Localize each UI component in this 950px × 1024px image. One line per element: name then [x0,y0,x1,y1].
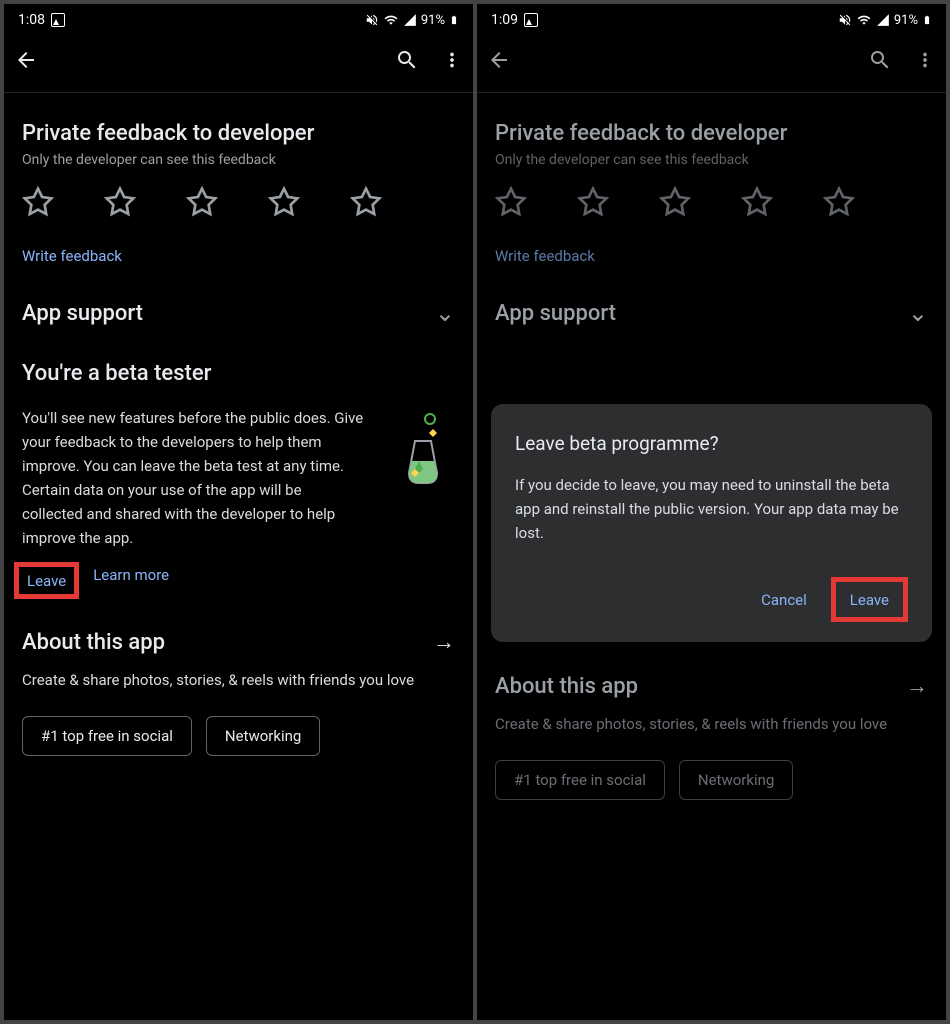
screen-left: 1:08 91% Private feedback to developer O [4,4,473,1020]
star-2 [577,186,609,218]
picture-icon [51,13,65,27]
beta-title: You're a beta tester [22,361,455,386]
wifi-icon [856,13,872,27]
chip-top-free[interactable]: #1 top free in social [22,716,192,756]
overflow-menu [914,49,936,71]
leave-beta-dialog: Leave beta programme? If you decide to l… [491,404,932,642]
screen-right: 1:09 91% Private feedback to developer O [477,4,946,1020]
arrow-right-icon: → [906,673,928,699]
feedback-section: Private feedback to developer Only the d… [495,121,928,265]
arrow-right-icon: → [433,629,455,655]
signal-icon [403,13,417,27]
status-time: 1:08 [18,12,45,28]
chip-top-free: #1 top free in social [495,760,665,800]
app-support-row[interactable]: App support ⌄ [22,299,455,327]
feedback-subtitle: Only the developer can see this feedback [22,152,455,168]
battery-percent: 91% [894,13,918,28]
about-desc: Create & share photos, stories, & reels … [495,713,928,736]
flask-icon [385,411,445,491]
about-section: About this app → Create & share photos, … [495,673,928,800]
about-section: About this app → Create & share photos, … [22,629,455,756]
star-4[interactable] [268,186,300,218]
write-feedback-link[interactable]: Write feedback [22,247,122,265]
star-5[interactable] [350,186,382,218]
star-3 [659,186,691,218]
about-desc: Create & share photos, stories, & reels … [22,669,455,692]
chevron-down-icon: ⌄ [908,299,928,327]
star-1[interactable] [22,186,54,218]
star-2[interactable] [104,186,136,218]
feedback-title: Private feedback to developer [22,121,455,146]
chip-networking: Networking [679,760,793,800]
signal-icon [876,13,890,27]
about-title: About this app [22,630,165,655]
status-bar: 1:09 91% [477,4,946,36]
app-support-title: App support [495,301,616,326]
feedback-title: Private feedback to developer [495,121,928,146]
mute-icon [365,13,379,27]
learn-more-link[interactable]: Learn more [93,566,169,595]
search-icon [868,48,892,72]
status-bar: 1:08 91% [4,4,473,36]
wifi-icon [383,13,399,27]
leave-beta-link[interactable]: Leave [27,572,66,590]
status-time: 1:09 [491,12,518,28]
about-title: About this app [495,674,638,699]
about-row[interactable]: About this app → [22,629,455,655]
app-support-row: App support ⌄ [495,299,928,327]
cancel-button[interactable]: Cancel [749,583,819,617]
star-4 [741,186,773,218]
feedback-subtitle: Only the developer can see this feedback [495,152,928,168]
beta-section: You're a beta tester You'll see new feat… [22,361,455,595]
picture-icon [524,13,538,27]
overflow-menu[interactable] [441,49,463,71]
battery-percent: 91% [421,13,445,28]
write-feedback-link: Write feedback [495,247,595,265]
chevron-down-icon: ⌄ [435,299,455,327]
star-3[interactable] [186,186,218,218]
feedback-section: Private feedback to developer Only the d… [22,121,455,265]
star-5 [823,186,855,218]
battery-icon [449,12,459,28]
chip-networking[interactable]: Networking [206,716,320,756]
app-bar [4,36,473,93]
back-button [487,48,511,72]
dialog-title: Leave beta programme? [515,432,908,455]
leave-button[interactable]: Leave [850,591,889,609]
back-button[interactable] [14,48,38,72]
app-support-title: App support [22,301,143,326]
dialog-body: If you decide to leave, you may need to … [515,473,908,545]
star-1 [495,186,527,218]
about-row: About this app → [495,673,928,699]
app-bar [477,36,946,93]
mute-icon [838,13,852,27]
battery-icon [922,12,932,28]
star-rating [495,186,928,218]
search-icon[interactable] [395,48,419,72]
star-rating [22,186,455,218]
